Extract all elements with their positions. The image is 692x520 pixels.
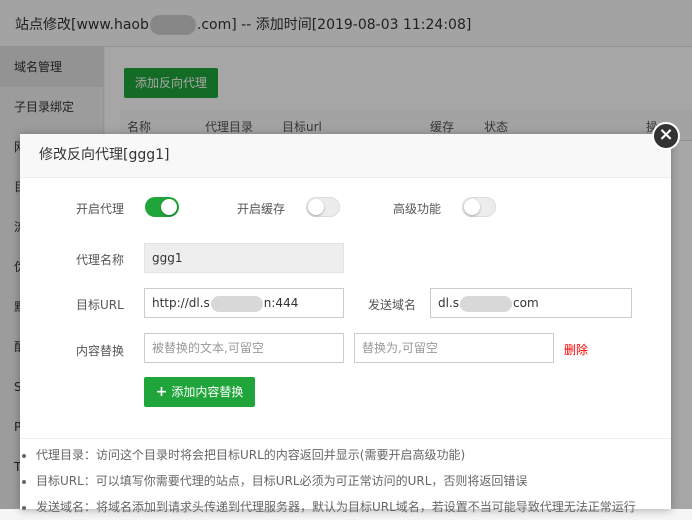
enable-proxy-label: 开启代理 — [76, 202, 125, 216]
add-content-replace-label: 添加内容替换 — [171, 385, 244, 399]
delete-replace-link[interactable]: 删除 — [564, 341, 588, 358]
enable-cache-label: 开启缓存 — [237, 202, 286, 216]
advanced-toggle[interactable] — [462, 197, 496, 217]
replace-to-input[interactable]: 替换为,可留空 — [354, 333, 554, 363]
plus-icon: + — [155, 384, 168, 400]
advanced-label: 高级功能 — [393, 202, 442, 216]
toggle-knob — [161, 199, 177, 215]
modal-title: 修改反向代理[ggg1] — [20, 134, 671, 178]
target-url-suffix: n:444 — [263, 296, 299, 310]
enable-cache-toggle[interactable] — [306, 197, 340, 217]
help-notes: 代理目录：访问这个目录时将会把目标URL的内容返回并显示(需要开启高级功能) 目… — [20, 438, 671, 520]
note-item: 发送域名：将域名添加到请求头传递到代理服务器，默认为目标URL域名，若设置不当可… — [36, 495, 671, 520]
target-url-prefix: http://dl.s — [152, 296, 210, 310]
proxy-name-field: ggg1 — [144, 243, 344, 273]
note-item: 代理目录：访问这个目录时将会把目标URL的内容返回并显示(需要开启高级功能) — [36, 443, 671, 468]
toggle-knob — [308, 199, 324, 215]
redacted-blur — [210, 295, 263, 312]
send-domain-prefix: dl.s — [438, 296, 460, 310]
proxy-name-label: 代理名称 — [76, 253, 125, 267]
replace-from-input[interactable]: 被替换的文本,可留空 — [144, 333, 344, 363]
edit-proxy-modal: 修改反向代理[ggg1] 开启代理 开启缓存 高级功能 代理名称 ggg1 目标… — [20, 134, 671, 514]
add-content-replace-button[interactable]: + 添加内容替换 — [144, 377, 255, 407]
send-domain-field[interactable]: dl.s com — [430, 288, 632, 318]
note-item: 目标URL：可以填写你需要代理的站点，目标URL必须为可正常访问的URL，否则将… — [36, 469, 671, 494]
target-url-label: 目标URL — [76, 298, 124, 312]
target-url-field[interactable]: http://dl.s n:444 — [144, 288, 344, 318]
enable-proxy-toggle[interactable] — [145, 197, 179, 217]
redacted-blur — [460, 295, 513, 312]
toggle-knob — [464, 199, 480, 215]
content-replace-label: 内容替换 — [76, 344, 125, 358]
close-icon[interactable]: × — [652, 122, 680, 150]
send-domain-label: 发送域名 — [368, 298, 417, 312]
send-domain-suffix: com — [513, 296, 539, 310]
